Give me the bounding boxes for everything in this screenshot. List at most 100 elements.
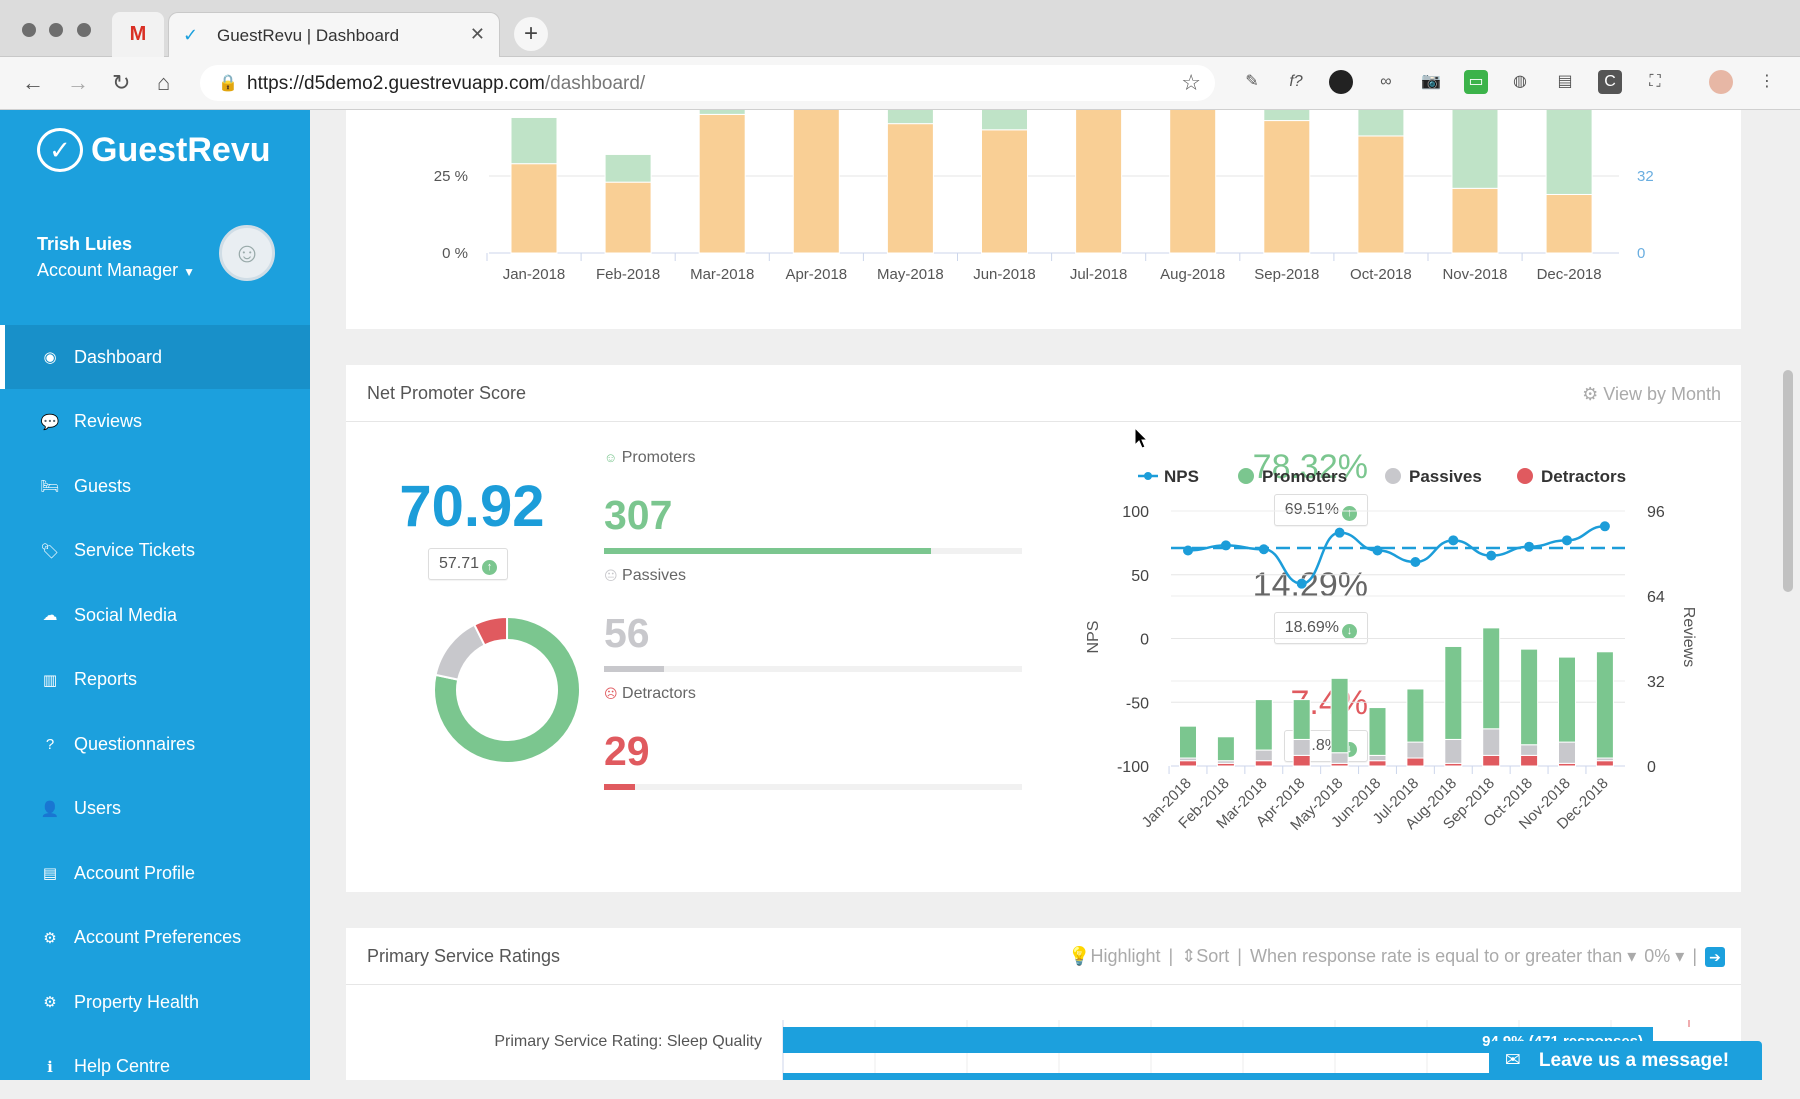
sort-label: Sort [1196, 946, 1230, 966]
menu-icon[interactable]: ⋮ [1755, 70, 1779, 94]
y-tick-label: 100 [1122, 504, 1149, 521]
user-role-dropdown[interactable]: Account Manager ▼ [37, 260, 195, 281]
condition-label: When response rate is equal to or greate… [1249, 946, 1623, 966]
y-tick-label: 25 % [434, 168, 468, 185]
nps-point [1486, 550, 1497, 561]
logo-text: GuestRevu [91, 130, 271, 169]
sidebar-item-dashboard[interactable]: ◉ Dashboard [0, 325, 310, 389]
bar-segment [698, 113, 746, 254]
extension-color-icon[interactable] [1329, 70, 1353, 94]
back-icon[interactable]: ← [22, 70, 44, 96]
bar-passives [1406, 741, 1425, 759]
extension-c-icon[interactable]: C [1598, 70, 1622, 94]
sidebar-item-users[interactable]: 👤 Users [0, 777, 310, 841]
nps-point [1296, 578, 1307, 589]
bar-segment [510, 116, 558, 165]
nps-point [1448, 535, 1459, 546]
bar-detractors [1179, 760, 1197, 767]
sidebar-item-guests[interactable]: 🛏 Guests [0, 454, 310, 518]
questionnaires-icon: ? [45, 735, 55, 753]
sidebar-item-reports[interactable]: ▥ Reports [0, 648, 310, 712]
x-tick-label: Feb-2018 [596, 266, 660, 283]
legend-label: Detractors [1541, 467, 1626, 486]
active-tab[interactable]: ✓ GuestRevu | Dashboard ✕ [168, 12, 500, 58]
right-y-tick-label: 96 [1647, 504, 1665, 521]
reload-icon[interactable]: ↻ [112, 70, 130, 96]
extension-eyedropper-icon[interactable]: ✎ [1240, 70, 1264, 94]
extension-tripadvisor-icon[interactable]: ∞ [1374, 70, 1398, 94]
threshold-dropdown[interactable]: 0% ▾ [1644, 946, 1684, 967]
close-tab-icon[interactable]: ✕ [470, 24, 485, 45]
x-tick-label: Jan-2018 [503, 266, 566, 283]
bar-segment [1545, 110, 1593, 195]
extension-fontface-icon[interactable]: f? [1284, 70, 1308, 94]
highlight-label: Highlight [1090, 946, 1161, 966]
bar-promoters [1292, 699, 1311, 740]
sort-button[interactable]: ⇕Sort [1181, 946, 1229, 967]
condition-dropdown[interactable]: When response rate is equal to or greate… [1250, 946, 1636, 967]
page-scrollbar[interactable] [1783, 370, 1793, 592]
x-tick-label: Aug-2018 [1160, 266, 1225, 283]
sidebar-item-account-profile[interactable]: ▤ Account Profile [0, 841, 310, 905]
sidebar-item-reviews[interactable]: 💬 Reviews [0, 390, 310, 454]
sidebar-item-account-preferences[interactable]: ⚙ Account Preferences [0, 906, 310, 970]
sidebar: ✓ GuestRevu Trish Luies Account Manager ▼… [0, 110, 310, 1080]
extension-crop-icon[interactable]: ⛶ [1643, 70, 1667, 94]
sidebar-item-social-media[interactable]: ☁ Social Media [0, 583, 310, 647]
minimize-window-button[interactable] [49, 23, 63, 37]
url-bar[interactable]: 🔒 https://d5demo2.guestrevuapp.com/dashb… [200, 65, 1215, 101]
close-window-button[interactable] [22, 23, 36, 37]
highlight-button[interactable]: 💡Highlight [1068, 946, 1160, 967]
home-icon[interactable]: ⌂ [157, 70, 170, 96]
sidebar-item-label: Property Health [74, 991, 200, 1012]
url-path: /dashboard/ [544, 73, 646, 94]
url-text[interactable]: https://d5demo2.guestrevuapp.com/dashboa… [247, 73, 645, 95]
bar-segment [1451, 187, 1499, 254]
sidebar-item-questionnaires[interactable]: ? Questionnaires [0, 712, 310, 776]
gmail-tab[interactable]: M [112, 12, 164, 57]
bar-passives [1330, 752, 1349, 764]
forward-icon[interactable]: → [67, 70, 89, 96]
sidebar-item-label: Reports [74, 669, 138, 689]
star-icon[interactable]: ☆ [1181, 70, 1201, 96]
y-tick-label: -100 [1117, 759, 1149, 776]
leave-message-widget[interactable]: ✉ Leave us a message! [1489, 1041, 1762, 1080]
avatar[interactable]: ☺ [219, 225, 275, 281]
bar-detractors [1482, 754, 1501, 767]
new-tab-button[interactable]: + [514, 17, 548, 51]
extension-camera-icon[interactable]: 📷 [1419, 70, 1443, 94]
sort-icon: ⇕ [1181, 946, 1197, 966]
user-name: Trish Luies [37, 234, 133, 254]
bar-passives [1292, 738, 1311, 756]
nps-point [1334, 527, 1345, 538]
service-tickets-icon: 🏷 [40, 542, 60, 560]
legend-detractors-icon [1517, 468, 1533, 484]
guestrevu-favicon-icon: ✓ [183, 25, 199, 45]
help-centre-icon: ℹ [47, 1058, 53, 1076]
caret-down-icon: ▼ [183, 265, 195, 279]
y-tick-label: 50 [1131, 568, 1149, 585]
logo[interactable]: ✓ GuestRevu [37, 128, 271, 172]
extension-reader-icon[interactable]: ▤ [1553, 70, 1577, 94]
apply-arrow-button[interactable]: ➔ [1705, 946, 1725, 967]
x-tick-label: Oct-2018 [1350, 266, 1412, 283]
x-tick-label: Mar-2018 [690, 266, 754, 283]
extension-green-icon[interactable]: ▭ [1464, 70, 1488, 94]
extension-profile-icon[interactable]: ◍ [1508, 70, 1532, 94]
bar-passives [1482, 728, 1501, 756]
sidebar-item-help-centre[interactable]: ℹ Help Centre [0, 1035, 310, 1099]
guests-icon: 🛏 [40, 478, 60, 495]
legend-label: Passives [1409, 467, 1482, 486]
bar-segment [1357, 135, 1405, 254]
maximize-window-button[interactable] [77, 23, 91, 37]
sidebar-item-service-tickets[interactable]: 🏷 Service Tickets [0, 519, 310, 583]
profile-avatar[interactable] [1709, 70, 1733, 94]
sidebar-item-property-health[interactable]: ⚙ Property Health [0, 970, 310, 1034]
x-tick-label: May-2018 [877, 266, 944, 283]
dashboard-icon: ◉ [43, 349, 57, 366]
bar-promoters [1254, 699, 1273, 751]
bar-promoters [1558, 656, 1576, 743]
nps-point [1599, 521, 1610, 532]
sidebar-item-label: Questionnaires [74, 733, 196, 754]
nps-monthly-chart: 100500-50-1009664320NPS ReviewsJan-2018Fe… [1085, 467, 1697, 834]
